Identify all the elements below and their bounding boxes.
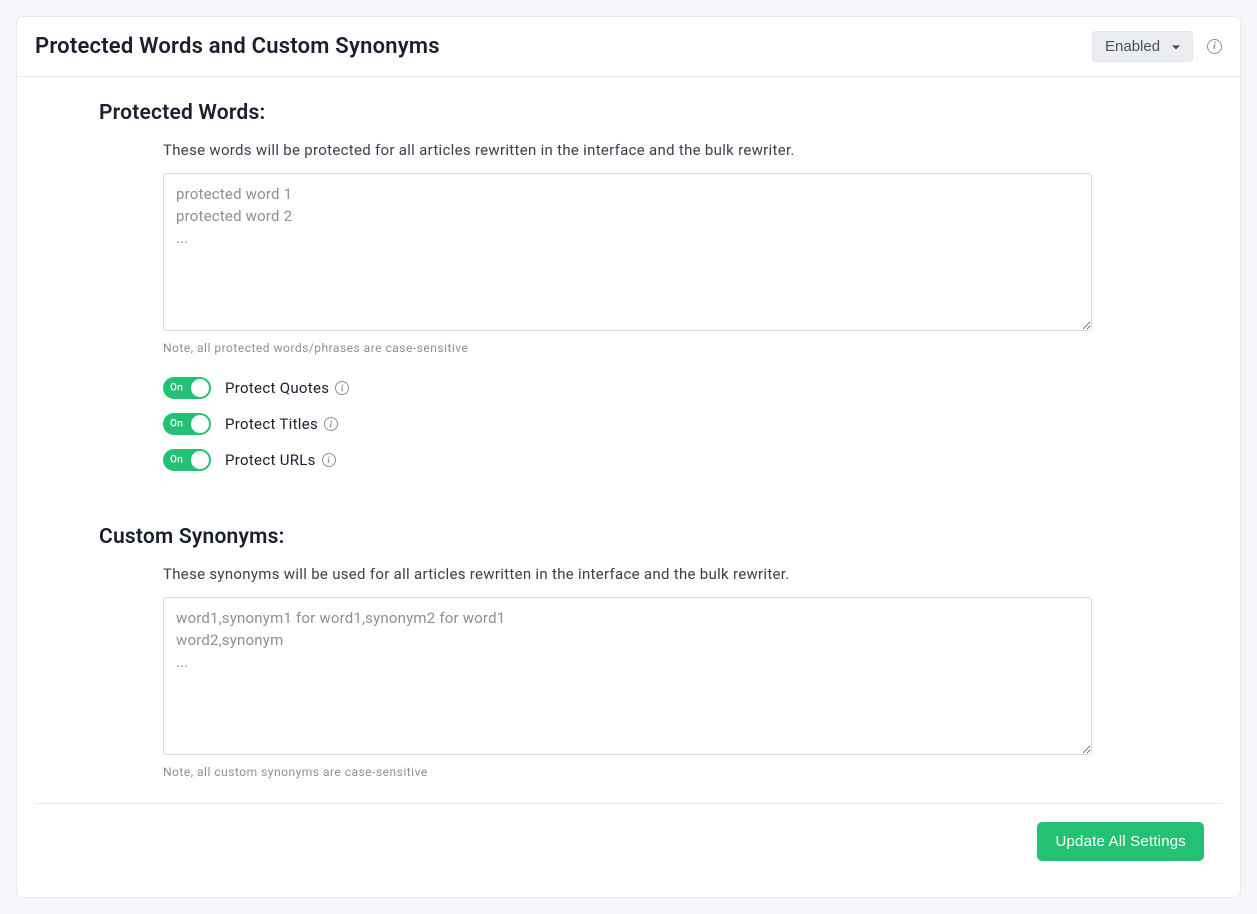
custom-synonyms-section: Custom Synonyms: These synonyms will be … (35, 525, 1222, 779)
toggle-on-label: On (170, 455, 183, 466)
toggle-row-protect-urls: On Protect URLs i (163, 449, 1092, 471)
settings-card: Protected Words and Custom Synonyms Enab… (16, 16, 1241, 898)
toggle-on-label: On (170, 383, 183, 394)
toggle-protect-quotes[interactable]: On (163, 377, 211, 399)
custom-synonyms-description: These synonyms will be used for all arti… (99, 565, 1092, 583)
header-controls: Enabled Disabled i (1092, 31, 1222, 62)
custom-synonyms-textarea-wrap (99, 597, 1092, 759)
toggle-label-protect-quotes: Protect Quotes i (225, 379, 349, 397)
info-icon[interactable]: i (335, 381, 349, 395)
toggle-protect-titles[interactable]: On (163, 413, 211, 435)
toggle-row-protect-titles: On Protect Titles i (163, 413, 1092, 435)
custom-synonyms-title: Custom Synonyms: (99, 525, 1092, 549)
protected-words-note: Note, all protected words/phrases are ca… (99, 341, 1092, 355)
card-body: Protected Words: These words will be pro… (17, 77, 1240, 897)
section-gap (35, 471, 1222, 525)
protected-words-input[interactable] (163, 173, 1092, 331)
toggle-text: Protect Titles (225, 415, 318, 433)
protected-words-title: Protected Words: (99, 101, 1092, 125)
card-header: Protected Words and Custom Synonyms Enab… (17, 17, 1240, 77)
toggle-protect-urls[interactable]: On (163, 449, 211, 471)
toggle-knob (191, 379, 209, 397)
protected-words-section: Protected Words: These words will be pro… (35, 101, 1222, 471)
update-all-settings-button[interactable]: Update All Settings (1037, 822, 1204, 861)
custom-synonyms-note: Note, all custom synonyms are case-sensi… (99, 765, 1092, 779)
divider (35, 803, 1222, 804)
toggle-row-protect-quotes: On Protect Quotes i (163, 377, 1092, 399)
toggle-text: Protect URLs (225, 451, 316, 469)
status-select[interactable]: Enabled Disabled (1092, 31, 1193, 62)
toggle-text: Protect Quotes (225, 379, 329, 397)
toggle-on-label: On (170, 419, 183, 430)
info-icon[interactable]: i (322, 453, 336, 467)
toggle-label-protect-urls: Protect URLs i (225, 451, 336, 469)
protected-words-textarea-wrap (99, 173, 1092, 335)
protected-words-description: These words will be protected for all ar… (99, 141, 1092, 159)
page-title: Protected Words and Custom Synonyms (35, 34, 440, 59)
toggle-list: On Protect Quotes i On Protect Titles (99, 377, 1092, 471)
info-icon[interactable]: i (324, 417, 338, 431)
toggle-knob (191, 415, 209, 433)
custom-synonyms-input[interactable] (163, 597, 1092, 755)
footer: Update All Settings (35, 822, 1222, 877)
toggle-knob (191, 451, 209, 469)
toggle-label-protect-titles: Protect Titles i (225, 415, 338, 433)
info-icon[interactable]: i (1207, 39, 1222, 54)
